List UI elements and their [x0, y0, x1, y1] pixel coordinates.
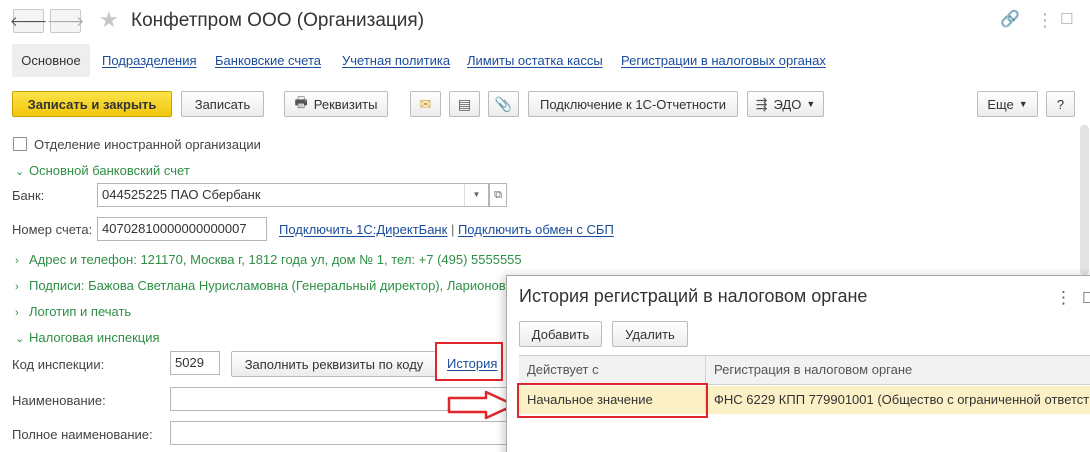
full-name-label: Полное наименование:: [12, 427, 153, 442]
edo-icon: ⇶: [755, 95, 768, 112]
requisites-button[interactable]: 🖶 Реквизиты: [284, 91, 388, 117]
tab-divisions[interactable]: Подразделения: [102, 44, 197, 77]
open-bank-button[interactable]: ⧉: [489, 183, 507, 207]
tab-accounting-policy[interactable]: Учетная политика: [342, 44, 450, 77]
tab-cash-limits[interactable]: Лимиты остатка кассы: [467, 44, 603, 77]
list-button[interactable]: ▤: [449, 91, 480, 117]
more-label: Еще: [987, 96, 1014, 112]
chevron-right-icon: ›: [15, 307, 19, 319]
bank-section-title: Основной банковский счет: [29, 163, 190, 178]
bank-field[interactable]: 044525225 ПАО Сбербанк ▼: [97, 183, 489, 207]
window-title: Конфетпром ООО (Организация): [131, 10, 425, 31]
tab-bank-accounts[interactable]: Банковские счета: [215, 44, 321, 77]
direct-bank-link[interactable]: Подключить 1С:ДиректБанк: [279, 222, 447, 237]
history-link[interactable]: История: [447, 356, 497, 371]
chevron-down-icon: ▼: [806, 99, 816, 109]
forward-button[interactable]: 🡒: [47, 9, 84, 33]
account-label: Номер счета:: [12, 222, 93, 237]
attachment-button[interactable]: 📎: [488, 91, 519, 117]
logo-section-title: Логотип и печать: [29, 304, 132, 319]
edo-label: ЭДО: [773, 96, 802, 112]
requisites-label: Реквизиты: [313, 96, 378, 112]
grid-header: Действует с Регистрация в налоговом орга…: [519, 355, 1090, 385]
tab-main[interactable]: Основное: [12, 44, 90, 77]
row-registration[interactable]: ФНС 6229 КПП 779901001 (Общество с огран…: [706, 386, 1090, 414]
maximize-icon[interactable]: ☐: [1082, 289, 1090, 307]
more-vertical-icon[interactable]: ⋮: [1055, 288, 1072, 308]
form-scrollbar[interactable]: [1080, 125, 1089, 275]
sbp-link[interactable]: Подключить обмен с СБП: [458, 222, 614, 237]
address-section-header[interactable]: › Адрес и телефон: 121170, Москва г, 1812…: [15, 252, 522, 267]
link-icon[interactable]: 🔗: [1000, 10, 1020, 30]
save-and-close-button[interactable]: Записать и закрыть: [12, 91, 172, 117]
signatures-section-title: Подписи: Бажова Светлана Нурисламовна (Г…: [29, 278, 505, 293]
more-vertical-icon[interactable]: ⋮: [1036, 10, 1054, 30]
arrow-right-icon: 🡒: [46, 12, 85, 29]
back-button[interactable]: 🡐: [10, 9, 47, 33]
foreign-branch-checkbox[interactable]: [13, 137, 27, 151]
paperclip-icon: 📎: [494, 95, 513, 112]
dropdown-arrow-icon[interactable]: ▼: [464, 184, 488, 206]
envelope-icon: ✉: [419, 95, 432, 112]
chevron-down-icon: ▼: [1018, 99, 1028, 109]
edo-button[interactable]: ⇶ ЭДО ▼: [747, 91, 824, 117]
col-valid-from[interactable]: Действует с: [519, 356, 706, 384]
bank-section-header[interactable]: ⌄ Основной банковский счет: [15, 163, 190, 178]
tax-section-header[interactable]: ⌄ Налоговая инспекция: [15, 330, 160, 345]
maximize-icon[interactable]: ☐: [1060, 10, 1073, 30]
inspection-code-label: Код инспекции:: [12, 357, 105, 372]
bank-links: Подключить 1С:ДиректБанк | Подключить об…: [279, 222, 614, 237]
bank-value: 044525225 ПАО Сбербанк: [102, 187, 261, 202]
name-label: Наименование:: [12, 393, 106, 408]
full-name-field[interactable]: [170, 421, 510, 445]
chevron-down-icon: ⌄: [15, 166, 25, 178]
logo-section-header[interactable]: › Логотип и печать: [15, 304, 131, 319]
fill-by-code-button[interactable]: Заполнить реквизиты по коду: [231, 351, 437, 377]
more-button[interactable]: Еще ▼: [977, 91, 1038, 117]
link-separator: |: [450, 222, 455, 237]
account-field[interactable]: 40702810000000000007: [97, 217, 267, 241]
inspection-code-field[interactable]: 5029: [170, 351, 220, 375]
delete-button[interactable]: Удалить: [612, 321, 688, 347]
foreign-branch-label: Отделение иностранной организации: [34, 137, 261, 152]
document-list-icon: ▤: [457, 95, 472, 112]
address-section-title: Адрес и телефон: 121170, Москва г, 1812 …: [29, 252, 522, 267]
save-button[interactable]: Записать: [181, 91, 264, 117]
printer-icon: 🖶: [294, 94, 308, 110]
favorite-star-icon[interactable]: ★: [99, 8, 119, 32]
add-button[interactable]: Добавить: [519, 321, 602, 347]
tab-tax-registrations[interactable]: Регистрации в налоговых органах: [621, 44, 826, 77]
dialog-title: История регистраций в налоговом органе: [519, 286, 868, 306]
help-button[interactable]: ?: [1046, 91, 1075, 117]
chevron-down-icon: ⌄: [15, 333, 25, 345]
signatures-section-header[interactable]: › Подписи: Бажова Светлана Нурисламовна (…: [15, 278, 505, 293]
arrow-left-icon: 🡐: [9, 12, 48, 29]
chevron-right-icon: ›: [15, 255, 19, 267]
chevron-right-icon: ›: [15, 281, 19, 293]
mail-button[interactable]: ✉: [410, 91, 441, 117]
bank-label: Банк:: [12, 188, 45, 203]
valid-from-highlight: [517, 383, 708, 418]
registration-history-dialog: История регистраций в налоговом органе ⋮…: [506, 275, 1090, 452]
open-form-icon: ⧉: [494, 189, 502, 201]
connect-1c-reporting-button[interactable]: Подключение к 1С-Отчетности: [528, 91, 738, 117]
tax-section-title: Налоговая инспекция: [29, 330, 160, 345]
col-registration[interactable]: Регистрация в налоговом органе: [706, 356, 1090, 384]
